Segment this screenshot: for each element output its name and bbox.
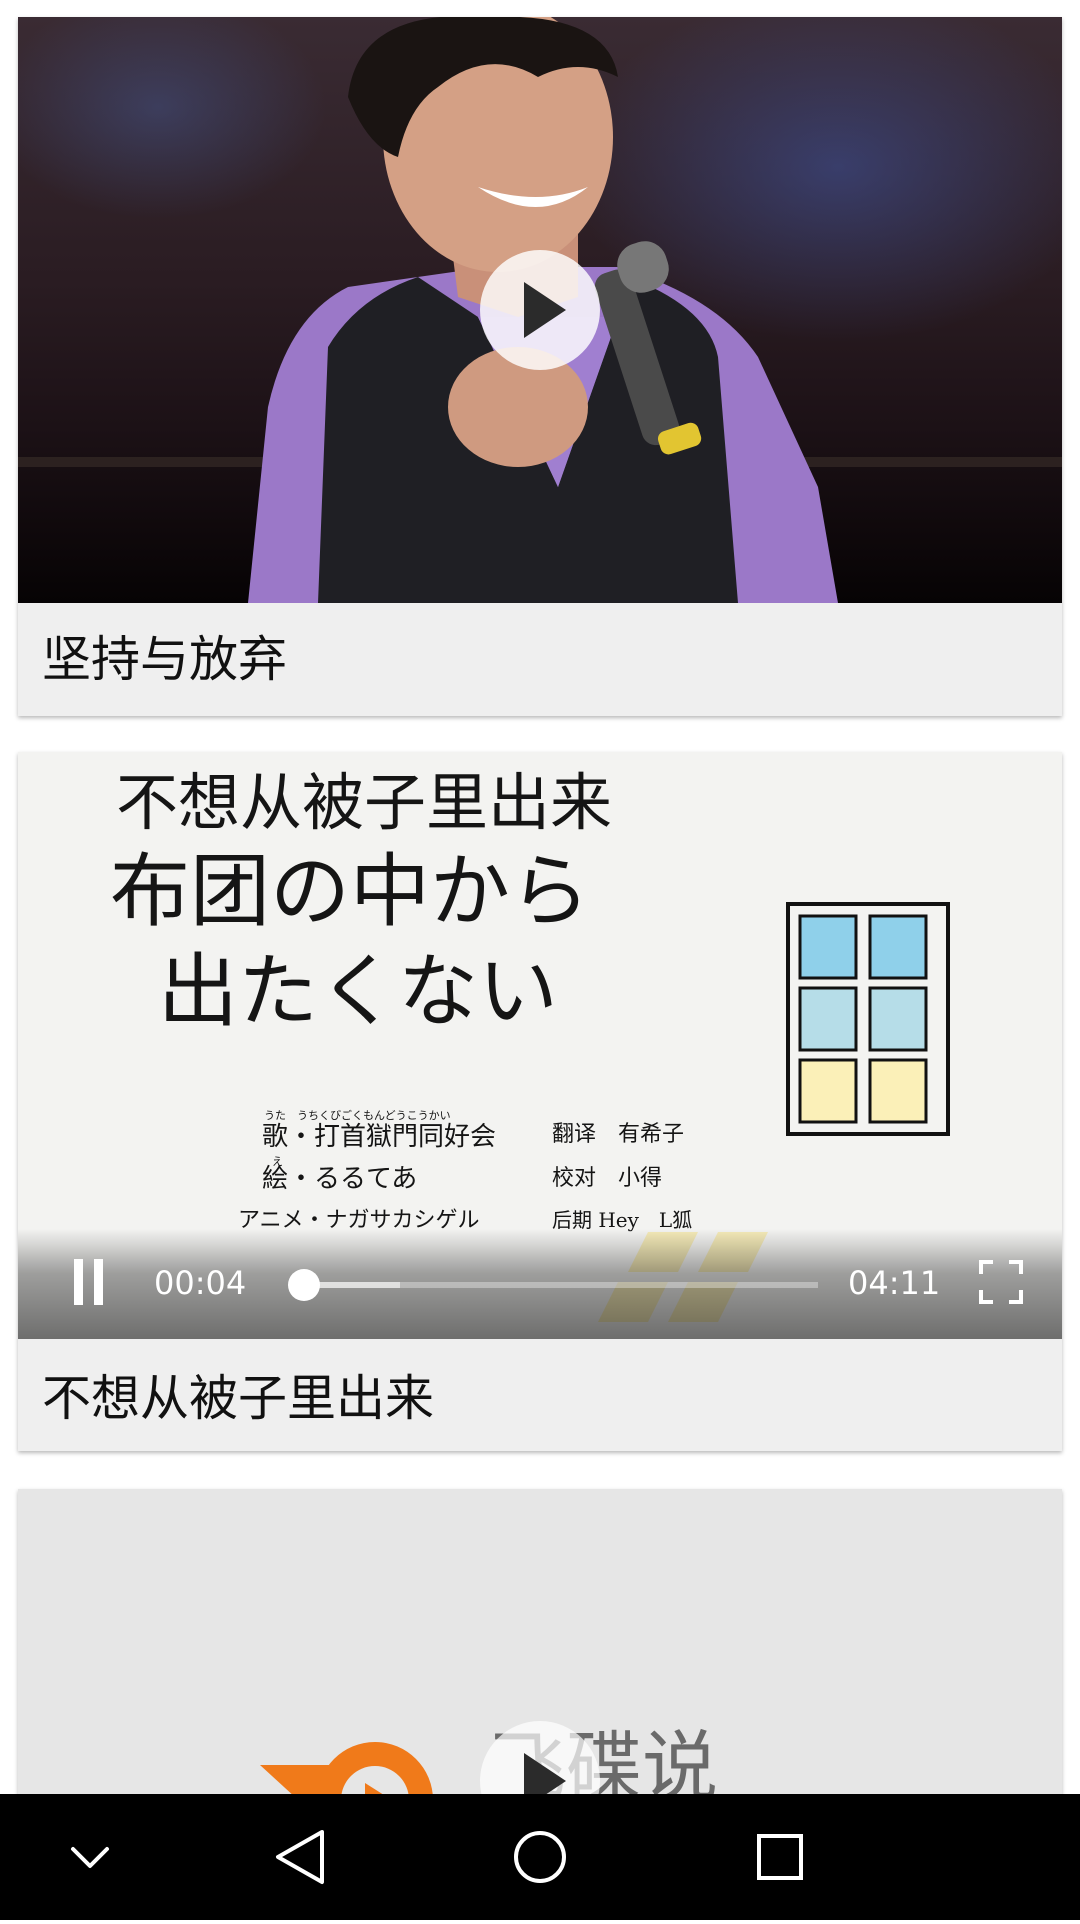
nav-home-button[interactable]	[480, 1794, 600, 1920]
cover-line-1: 不想从被子里出来	[116, 766, 613, 839]
cover-line-3: 出たくない	[158, 945, 558, 1038]
credit-proof: 校对 小得	[552, 1166, 663, 1191]
seek-bar[interactable]	[288, 1269, 818, 1301]
nav-back-button[interactable]	[240, 1794, 360, 1920]
player-controls: 00:04 04:11	[18, 1229, 1062, 1339]
back-icon	[276, 1830, 324, 1884]
seek-thumb[interactable]	[288, 1269, 320, 1301]
video-thumbnail[interactable]: 飞碟说	[18, 1489, 1062, 1799]
fullscreen-button[interactable]	[978, 1259, 1024, 1305]
ufo-logo	[260, 1742, 433, 1799]
current-time: 00:04	[154, 1264, 247, 1302]
video-player[interactable]: 不想从被子里出来 布团の中から 出たくない うた うちくびごくもんどうこうかい …	[18, 752, 1062, 1339]
video-card[interactable]: 飞碟说	[18, 1489, 1062, 1799]
video-card[interactable]: 不想从被子里出来 布团の中から 出たくない うた うちくびごくもんどうこうかい …	[18, 752, 1062, 1451]
recents-icon	[757, 1834, 803, 1880]
credit-translate: 翻译 有希子	[552, 1122, 685, 1147]
video-card[interactable]: 坚持与放弃	[18, 17, 1062, 716]
play-icon	[524, 1753, 566, 1799]
play-button[interactable]	[480, 250, 600, 370]
play-icon	[524, 282, 566, 338]
nav-hide-button[interactable]	[30, 1794, 150, 1920]
credit-song-ruby: うた うちくびごくもんどうこうかい	[264, 1109, 451, 1122]
duration: 04:11	[848, 1264, 941, 1302]
window-illustration	[786, 902, 950, 1136]
system-navigation-bar	[0, 1794, 1080, 1920]
pause-icon	[74, 1259, 103, 1305]
video-title[interactable]: 坚持与放弃	[42, 635, 287, 684]
pause-button[interactable]	[68, 1255, 108, 1309]
cover-line-2: 布团の中から	[110, 845, 590, 938]
chevron-down-icon	[71, 1847, 109, 1868]
nav-recents-button[interactable]	[720, 1794, 840, 1920]
video-title[interactable]: 不想从被子里出来	[42, 1374, 434, 1423]
credit-art: 絵・るるてあ	[262, 1164, 418, 1194]
video-thumbnail[interactable]	[18, 17, 1062, 603]
home-icon	[514, 1831, 566, 1883]
credit-song: 歌・打首獄門同好会	[262, 1122, 497, 1152]
fullscreen-icon	[979, 1260, 1023, 1304]
